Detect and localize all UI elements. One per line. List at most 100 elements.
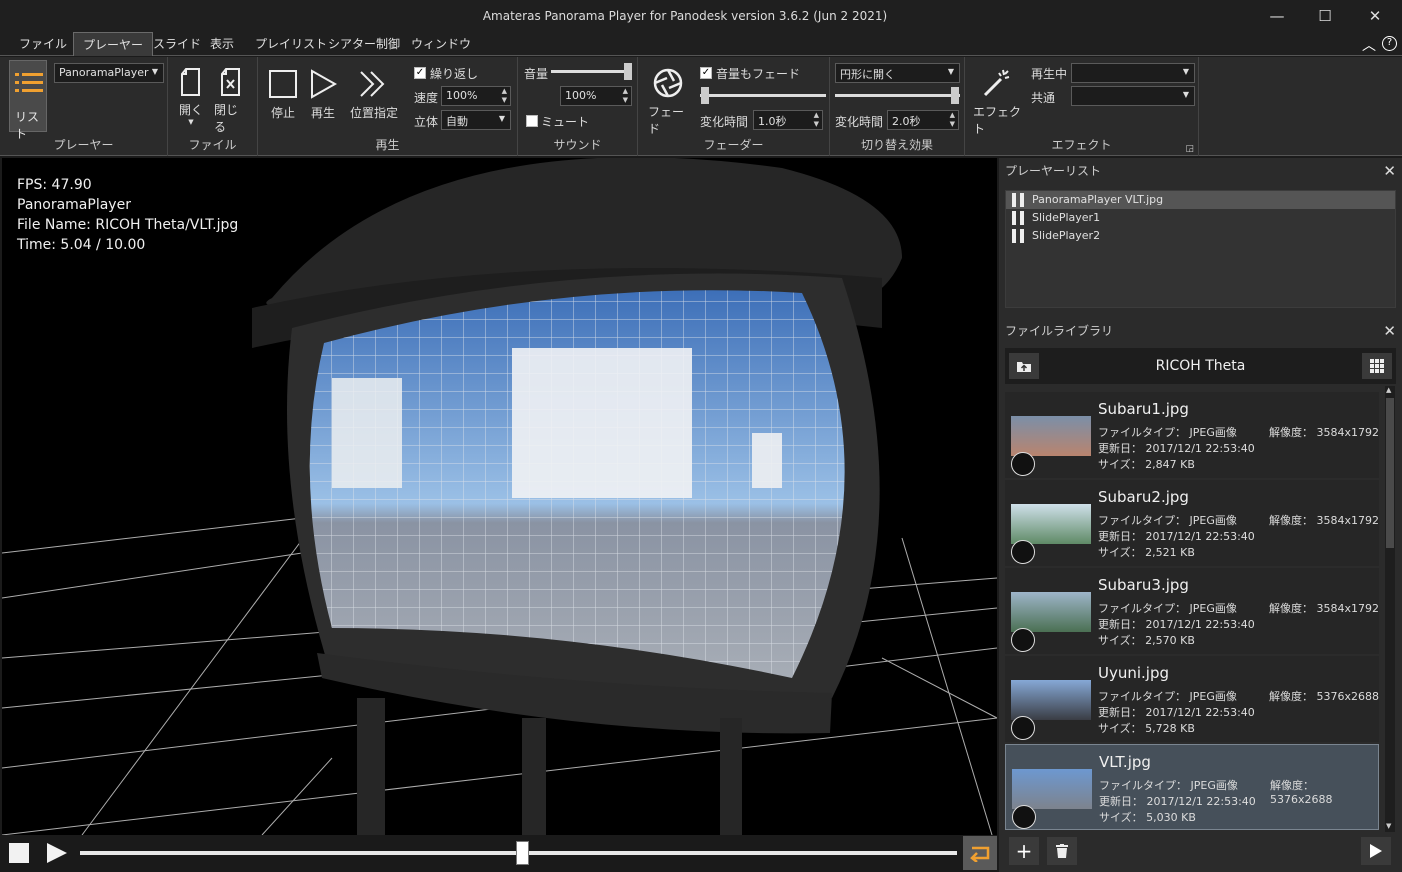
- file-name: Subaru2.jpg: [1098, 488, 1189, 506]
- seek-button[interactable]: 位置指定: [348, 69, 400, 121]
- close-icon[interactable]: ✕: [1383, 158, 1396, 184]
- file-res-value: 3584x1792: [1316, 514, 1380, 527]
- volume-label: 音量: [524, 67, 549, 81]
- loop-checkbox[interactable]: ✓: [414, 67, 426, 79]
- fade-slider-track[interactable]: [700, 94, 826, 97]
- scroll-up-icon[interactable]: ▲: [1386, 386, 1391, 394]
- file-name: VLT.jpg: [1099, 753, 1151, 771]
- fade-slider-handle[interactable]: [701, 87, 709, 104]
- player-list-item[interactable]: PanoramaPlayer VLT.jpg: [1006, 191, 1395, 209]
- play-label: 再生: [310, 106, 335, 120]
- volume-slider-handle[interactable]: [624, 63, 632, 80]
- menu-theater[interactable]: シアター制御: [319, 32, 409, 56]
- file-card[interactable]: Uyuni.jpg ファイルタイプ： JPEG画像 更新日： 2017/12/1 2…: [1005, 656, 1379, 742]
- minimize-button[interactable]: —: [1254, 0, 1300, 32]
- speed-value: 100%: [446, 89, 478, 102]
- collapse-ribbon-icon[interactable]: ︿: [1362, 35, 1376, 55]
- file-name: Subaru1.jpg: [1098, 400, 1189, 418]
- fade-time-label: 変化時間: [700, 115, 749, 129]
- scrollbar-thumb[interactable]: [1386, 398, 1394, 548]
- play-transport-icon[interactable]: [45, 842, 69, 864]
- volume-spinner[interactable]: 100% ▲ ▼: [560, 86, 632, 106]
- menu-file[interactable]: ファイル: [10, 32, 76, 56]
- add-file-button[interactable]: +: [1009, 837, 1039, 865]
- player-select-value: PanoramaPlayer: [59, 66, 149, 79]
- file-type-row: ファイルタイプ： JPEG画像: [1098, 424, 1237, 440]
- file-card[interactable]: Subaru2.jpg ファイルタイプ： JPEG画像 更新日： 2017/12/1…: [1005, 480, 1379, 566]
- chevron-down-icon: ▼: [1182, 67, 1189, 76]
- globe-icon: [1012, 805, 1036, 829]
- effect-playing-select[interactable]: ▼: [1071, 63, 1195, 83]
- grid-view-button[interactable]: [1362, 353, 1392, 379]
- play-file-button[interactable]: [1361, 837, 1391, 865]
- group-label-file: ファイル: [188, 138, 237, 152]
- menu-player[interactable]: プレーヤー: [73, 32, 154, 56]
- volume-slider-track[interactable]: [551, 70, 629, 73]
- transition-slider-track[interactable]: [835, 94, 960, 97]
- transport-bar: [0, 835, 997, 872]
- play-button[interactable]: 再生: [306, 69, 340, 121]
- stop-transport-button[interactable]: [9, 843, 29, 863]
- file-type-row: ファイルタイプ： JPEG画像: [1099, 777, 1238, 793]
- file-date-row: 更新日： 2017/12/1 22:53:40: [1098, 440, 1255, 456]
- player-list-item[interactable]: SlidePlayer1: [1006, 209, 1395, 227]
- file-card[interactable]: Subaru1.jpg ファイルタイプ： JPEG画像 更新日： 2017/12/1…: [1005, 392, 1379, 478]
- delete-file-button[interactable]: [1047, 837, 1077, 865]
- stereo-select[interactable]: 自動 ▼: [441, 110, 511, 130]
- file-type-label: ファイルタイプ：: [1099, 779, 1187, 792]
- library-bottom-bar: +: [999, 832, 1402, 872]
- overlay-file: File Name: RICOH Theta/VLT.jpg: [17, 217, 239, 233]
- list-button[interactable]: リスト: [9, 60, 47, 141]
- close-icon[interactable]: ✕: [1383, 318, 1396, 344]
- scroll-down-icon[interactable]: ▼: [1386, 822, 1391, 830]
- speed-spinner[interactable]: 100% ▲ ▼: [441, 86, 511, 106]
- player-select[interactable]: PanoramaPlayer ▼: [54, 63, 164, 83]
- globe-icon: [1011, 540, 1035, 564]
- fade-time-value: 1.0秒: [758, 115, 787, 128]
- fade-volume-checkbox[interactable]: ✓: [700, 67, 712, 79]
- file-res-value: 5376x2688: [1270, 793, 1333, 806]
- maximize-button[interactable]: ☐: [1302, 0, 1348, 32]
- close-file-button[interactable]: 閉じる: [214, 67, 248, 135]
- timeline-handle[interactable]: [516, 841, 529, 865]
- group-effect: エフェクト 再生中 ▼ 共通 ▼ ◲ エフェクト: [965, 57, 1199, 156]
- stop-button[interactable]: 停止: [266, 69, 300, 121]
- fade-time-spinner[interactable]: 1.0秒 ▲ ▼: [753, 110, 823, 130]
- file-type-label: ファイルタイプ：: [1098, 602, 1186, 615]
- file-date-value: 2017/12/1 22:53:40: [1145, 706, 1255, 719]
- effect-button[interactable]: エフェクト: [973, 67, 1021, 137]
- overlay-fps: FPS: 47.90: [17, 177, 92, 193]
- transition-select[interactable]: 円形に開く ▼: [835, 63, 960, 83]
- panorama-viewport[interactable]: FPS: 47.90 PanoramaPlayer File Name: RIC…: [2, 158, 997, 835]
- play-icon: [1370, 844, 1382, 858]
- folder-name: RICOH Theta: [1155, 358, 1246, 374]
- file-size-label: サイズ：: [1098, 458, 1142, 471]
- file-card[interactable]: Subaru3.jpg ファイルタイプ： JPEG画像 更新日： 2017/12/1…: [1005, 568, 1379, 654]
- player-list-item[interactable]: SlidePlayer2: [1006, 227, 1395, 245]
- fade-button[interactable]: フェード: [648, 67, 688, 137]
- file-type-label: ファイルタイプ：: [1098, 514, 1186, 527]
- open-button[interactable]: 開く ▼: [176, 67, 206, 126]
- help-icon[interactable]: ?: [1382, 36, 1397, 51]
- stop-icon: [269, 70, 297, 98]
- transition-time-spinner[interactable]: 2.0秒 ▲ ▼: [887, 110, 959, 130]
- file-close-icon: [221, 68, 240, 96]
- close-button[interactable]: ✕: [1352, 0, 1398, 32]
- file-res-label: 解像度：: [1270, 779, 1314, 792]
- folder-up-button[interactable]: [1009, 353, 1039, 379]
- effect-shared-select[interactable]: ▼: [1071, 86, 1195, 106]
- file-res-value: 3584x1792: [1316, 426, 1380, 439]
- menu-window[interactable]: ウィンドウ: [402, 32, 480, 56]
- group-file: 開く ▼ 閉じる ファイル: [168, 57, 258, 156]
- file-size-value: 2,521 KB: [1145, 546, 1195, 559]
- file-date-label: 更新日：: [1098, 442, 1142, 455]
- mute-checkbox[interactable]: [526, 115, 538, 127]
- effect-shared-label: 共通: [1031, 91, 1056, 105]
- file-size-value: 2,570 KB: [1145, 634, 1195, 647]
- fast-forward-icon: [360, 71, 385, 97]
- transition-slider-handle[interactable]: [951, 87, 959, 104]
- file-card[interactable]: VLT.jpg ファイルタイプ： JPEG画像 更新日： 2017/12/1 22:…: [1005, 744, 1379, 830]
- menu-view[interactable]: 表示: [201, 32, 243, 56]
- file-size-value: 2,847 KB: [1145, 458, 1195, 471]
- loop-toggle-button[interactable]: [963, 836, 997, 870]
